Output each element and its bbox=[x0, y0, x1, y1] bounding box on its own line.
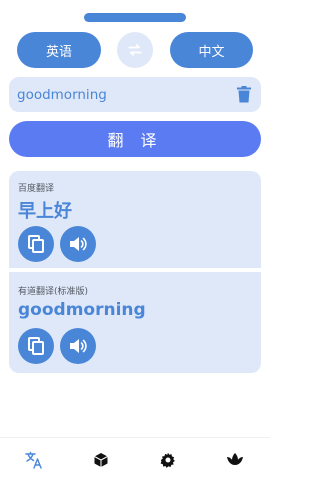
baidu-speak-button[interactable] bbox=[60, 226, 96, 262]
youdao-speak-button[interactable] bbox=[60, 328, 96, 364]
results-card: 百度翻译 早上好 有道翻译(标准版) goodmorning bbox=[9, 171, 261, 373]
nav-cube[interactable] bbox=[91, 450, 111, 470]
swap-icon bbox=[128, 44, 142, 56]
youdao-result: goodmorning bbox=[18, 300, 146, 320]
speaker-icon bbox=[70, 237, 87, 251]
swap-languages-button[interactable] bbox=[117, 32, 153, 68]
trash-icon[interactable] bbox=[237, 86, 251, 103]
bottom-navigation bbox=[0, 437, 270, 480]
lotus-icon bbox=[227, 453, 243, 465]
copy-icon bbox=[28, 235, 44, 253]
youdao-label: 有道翻译(标准版) bbox=[18, 287, 89, 297]
translate-icon bbox=[25, 451, 42, 469]
baidu-copy-button[interactable] bbox=[18, 226, 54, 262]
text-input[interactable] bbox=[17, 77, 227, 112]
youdao-copy-button[interactable] bbox=[18, 328, 54, 364]
source-language-label: 英语 bbox=[45, 44, 72, 60]
baidu-result: 早上好 bbox=[18, 201, 72, 222]
input-container bbox=[9, 77, 261, 112]
speaker-icon bbox=[70, 339, 87, 353]
copy-icon bbox=[28, 337, 44, 355]
result-divider bbox=[9, 268, 261, 272]
gear-icon bbox=[160, 452, 175, 468]
nav-lotus[interactable] bbox=[225, 450, 245, 470]
source-language-button[interactable]: 英语 bbox=[17, 32, 101, 68]
translate-button[interactable]: 翻 译 bbox=[9, 121, 261, 157]
translate-button-label: 翻 译 bbox=[107, 131, 163, 150]
top-drag-handle bbox=[84, 13, 186, 22]
nav-settings[interactable] bbox=[158, 450, 178, 470]
target-language-button[interactable]: 中文 bbox=[170, 32, 253, 68]
baidu-label: 百度翻译 bbox=[18, 184, 55, 194]
target-language-label: 中文 bbox=[198, 44, 225, 60]
cube-icon bbox=[94, 453, 108, 467]
nav-translate[interactable] bbox=[24, 450, 44, 470]
